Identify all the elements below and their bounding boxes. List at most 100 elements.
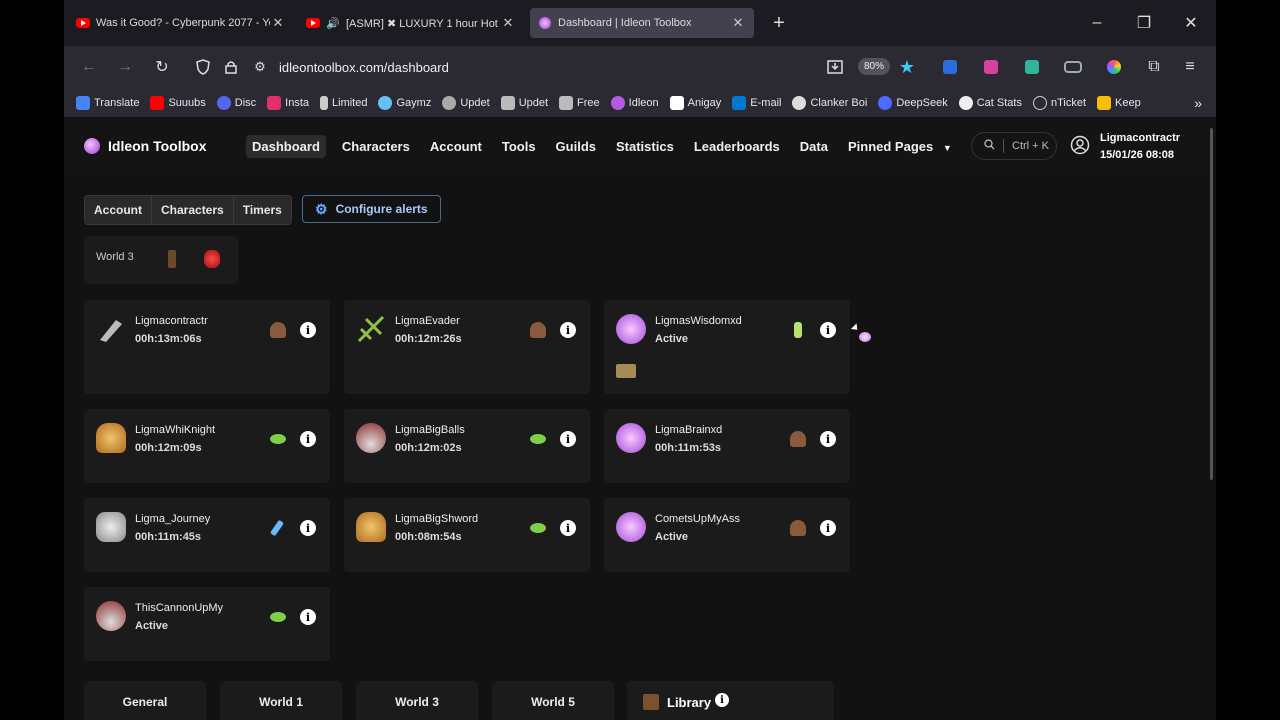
info-icon[interactable]: i bbox=[820, 431, 836, 447]
bookmark-nticket[interactable]: nTicket bbox=[1032, 95, 1086, 110]
info-icon[interactable]: i bbox=[300, 431, 316, 447]
bookmark-free[interactable]: Free bbox=[559, 95, 600, 110]
bookmark-anigay[interactable]: Anigay bbox=[669, 95, 721, 110]
new-tab-icon[interactable]: + bbox=[764, 8, 794, 38]
instagram-icon bbox=[267, 95, 282, 110]
info-icon[interactable]: i bbox=[560, 520, 576, 536]
url-bar[interactable]: idleontoolbox.com/dashboard bbox=[279, 60, 449, 75]
extension-mic-icon[interactable] bbox=[980, 56, 1002, 78]
menu-icon[interactable]: ≡ bbox=[1179, 56, 1201, 78]
bookmark-gaymz[interactable]: Gaymz bbox=[378, 95, 431, 110]
bookmark-disc[interactable]: Disc bbox=[216, 95, 256, 110]
back-icon[interactable]: ← bbox=[78, 56, 100, 78]
activity-icon bbox=[790, 520, 806, 536]
bookmark-updet-2[interactable]: Updet bbox=[500, 95, 548, 110]
menu-leaderboards[interactable]: Leaderboards bbox=[688, 135, 786, 158]
search-shortcut: Ctrl + K bbox=[1012, 140, 1049, 152]
reload-icon[interactable]: ↻ bbox=[151, 56, 173, 78]
bookmark-translate[interactable]: Translate bbox=[76, 95, 139, 110]
menu-guilds[interactable]: Guilds bbox=[550, 135, 602, 158]
info-icon[interactable]: i bbox=[560, 322, 576, 338]
menu-pinned-pages[interactable]: Pinned Pages ▼ bbox=[842, 135, 958, 158]
totem-icon[interactable] bbox=[168, 250, 176, 268]
youtube-icon bbox=[76, 16, 90, 30]
activity-icon bbox=[269, 519, 285, 537]
character-avatar bbox=[96, 423, 126, 453]
menu-characters[interactable]: Characters bbox=[336, 135, 416, 158]
site-logo[interactable]: Idleon Toolbox bbox=[84, 138, 207, 154]
menu-statistics[interactable]: Statistics bbox=[610, 135, 680, 158]
info-icon[interactable]: i bbox=[300, 609, 316, 625]
menu-dashboard[interactable]: Dashboard bbox=[246, 135, 326, 158]
bookmark-clanker-boi[interactable]: Clanker Boi bbox=[792, 95, 867, 110]
zoom-level[interactable]: 80% bbox=[858, 58, 891, 75]
tab-dashboard[interactable]: Dashboard | Idleon Toolbox ✕ bbox=[530, 8, 754, 38]
info-icon[interactable]: i bbox=[560, 431, 576, 447]
activity-icon bbox=[790, 431, 806, 447]
browser-window: Was it Good? - Cyberpunk 2077 - You ✕ 🔊 … bbox=[64, 0, 1216, 720]
section-general[interactable]: General bbox=[84, 681, 206, 720]
character-afk-time: 00h:13m:06s bbox=[135, 333, 202, 345]
character-name: LigmaBrainxd bbox=[655, 424, 723, 436]
bookmark-idleon[interactable]: Idleon bbox=[610, 95, 659, 110]
bookmark-suuubs[interactable]: Suuubs bbox=[150, 95, 206, 110]
page-settings-icon[interactable]: ⚙ bbox=[249, 56, 271, 78]
section-world-1[interactable]: World 1 bbox=[220, 681, 342, 720]
red-gem-icon[interactable] bbox=[204, 250, 220, 268]
info-icon[interactable]: i bbox=[820, 520, 836, 536]
item-icon bbox=[616, 364, 636, 378]
section-library[interactable]: Library i bbox=[627, 681, 834, 720]
filter-timers-button[interactable]: Timers bbox=[233, 196, 291, 224]
info-icon[interactable]: i bbox=[715, 693, 729, 707]
extensions-puzzle-icon[interactable]: ⧉ bbox=[1143, 56, 1165, 78]
bookmark-email[interactable]: E-mail bbox=[732, 95, 781, 110]
info-icon[interactable]: i bbox=[300, 520, 316, 536]
character-name: CometsUpMyAss bbox=[655, 513, 740, 525]
lock-icon[interactable] bbox=[220, 56, 242, 78]
library-icon bbox=[643, 694, 659, 710]
menu-tools[interactable]: Tools bbox=[496, 135, 542, 158]
extension-color-icon[interactable] bbox=[1103, 56, 1125, 78]
bookmark-insta[interactable]: Insta bbox=[267, 95, 309, 110]
character-card: LigmasWisdomxd Active i bbox=[604, 300, 850, 394]
bookmark-cat-stats[interactable]: Cat Stats bbox=[958, 95, 1022, 110]
tab-asmr[interactable]: 🔊 [ASMR] ✖ LUXURY 1 hour Hot T ✕ bbox=[298, 8, 524, 38]
bookmark-star-icon[interactable]: ★ bbox=[896, 56, 918, 78]
close-tab-icon[interactable]: ✕ bbox=[270, 15, 286, 31]
shield-icon[interactable] bbox=[192, 56, 214, 78]
steam-icon bbox=[378, 95, 393, 110]
forward-icon[interactable]: → bbox=[114, 56, 136, 78]
bookmark-updet[interactable]: Updet bbox=[442, 95, 490, 110]
character-name: LigmaBigBalls bbox=[395, 424, 465, 436]
character-status: Active bbox=[655, 333, 689, 345]
scrollbar[interactable] bbox=[1210, 128, 1213, 480]
extension-blue-icon[interactable] bbox=[939, 56, 961, 78]
section-world-3[interactable]: World 3 bbox=[356, 681, 478, 720]
close-tab-icon[interactable]: ✕ bbox=[730, 15, 746, 31]
menu-data[interactable]: Data bbox=[794, 135, 834, 158]
more-bookmarks-icon[interactable]: » bbox=[1194, 95, 1202, 111]
tab-cyberpunk[interactable]: Was it Good? - Cyberpunk 2077 - You ✕ bbox=[68, 8, 294, 38]
restore-icon[interactable]: ❐ bbox=[1129, 8, 1159, 38]
section-world-5[interactable]: World 5 bbox=[492, 681, 614, 720]
close-window-icon[interactable]: ✕ bbox=[1176, 8, 1206, 38]
download-icon[interactable] bbox=[824, 56, 846, 78]
info-icon[interactable]: i bbox=[300, 322, 316, 338]
filter-account-button[interactable]: Account bbox=[85, 196, 152, 224]
speaker-icon[interactable]: 🔊 bbox=[326, 16, 340, 30]
configure-alerts-button[interactable]: ⚙ Configure alerts bbox=[302, 195, 441, 223]
minimize-icon[interactable]: – bbox=[1082, 8, 1112, 38]
close-tab-icon[interactable]: ✕ bbox=[500, 15, 516, 31]
info-icon[interactable]: i bbox=[820, 322, 836, 338]
bookmark-limited[interactable]: Limited bbox=[320, 95, 367, 110]
menu-account[interactable]: Account bbox=[424, 135, 488, 158]
search-button[interactable]: Ctrl + K bbox=[971, 132, 1057, 160]
user-menu[interactable]: Ligmacontractr 15/01/26 08:08 bbox=[1070, 130, 1180, 164]
extension-glasses-icon[interactable] bbox=[1062, 56, 1084, 78]
bookmark-deepseek[interactable]: DeepSeek bbox=[878, 95, 948, 110]
extension-green-icon[interactable] bbox=[1021, 56, 1043, 78]
bookmarks-bar: Translate Suuubs Disc Insta Limited Gaym… bbox=[64, 88, 1216, 118]
filter-characters-button[interactable]: Characters bbox=[152, 196, 234, 224]
bookmark-keep[interactable]: Keep bbox=[1097, 95, 1141, 110]
cat-icon bbox=[958, 95, 973, 110]
